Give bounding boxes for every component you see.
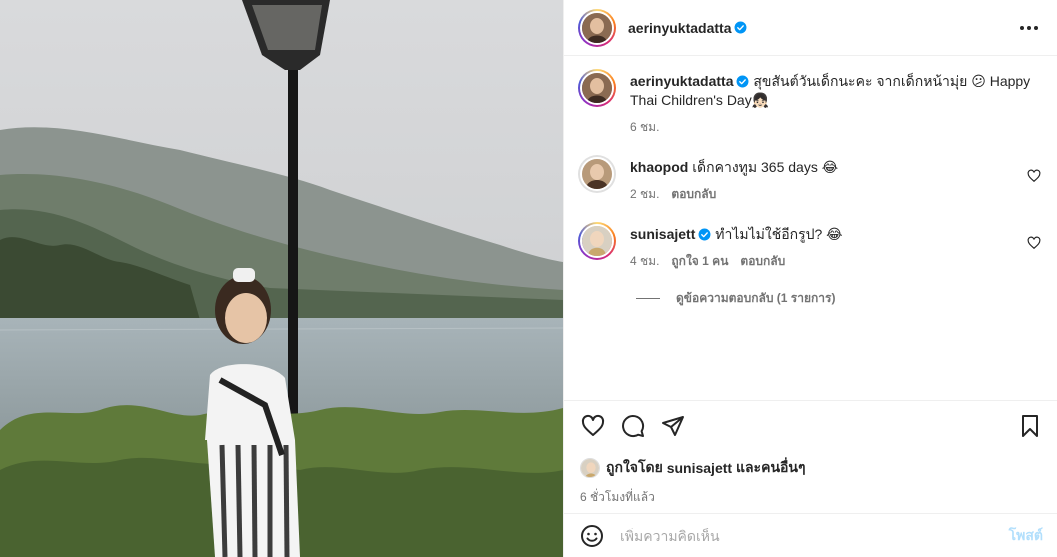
- caption-text-line: aerinyuktadatta สุขสันต์วันเด็กนะคะ จากเ…: [630, 72, 1041, 110]
- avatar-image: [582, 159, 612, 189]
- verified-badge-icon: [737, 75, 749, 88]
- comment-username[interactable]: khaopod: [630, 159, 688, 175]
- comment-meta: 4 ชม. ถูกใจ 1 คน ตอบกลับ: [630, 252, 1041, 271]
- comments-list: aerinyuktadatta สุขสันต์วันเด็กนะคะ จากเ…: [564, 57, 1057, 400]
- comment-row: sunisajett ทำไมไม่ใช้อีกรูป? 😂 4 ชม. ถูก…: [578, 222, 1041, 271]
- like-button[interactable]: [580, 413, 606, 439]
- avatar-image: [581, 459, 599, 477]
- avatar-image: [582, 226, 612, 256]
- smiley-icon: [581, 524, 603, 547]
- add-comment-bar: โพสต์: [564, 513, 1057, 557]
- post-actions: ถูกใจโดย sunisajett และคนอื่นๆ 6 ชั่วโมง…: [564, 400, 1057, 510]
- comment-body: khaopod เด็กคางทูม 365 days 😂 2 ชม. ตอบก…: [630, 155, 1041, 204]
- comment-text: เด็กคางทูม 365 days 😂: [692, 159, 839, 175]
- liked-by: ถูกใจโดย sunisajett และคนอื่นๆ: [580, 457, 1043, 479]
- liked-by-avatar[interactable]: [580, 458, 600, 478]
- comment-button[interactable]: [620, 413, 646, 439]
- view-replies-label: ดูข้อความตอบกลับ (1 รายการ): [676, 291, 836, 305]
- liked-by-user[interactable]: sunisajett: [667, 460, 732, 476]
- photo-image: [0, 0, 563, 557]
- post-time[interactable]: 6 ชั่วโมงที่แล้ว: [580, 488, 1043, 507]
- liked-by-suffix[interactable]: และคนอื่นๆ: [736, 457, 806, 479]
- caption-avatar[interactable]: [578, 69, 616, 107]
- caption-meta: 6 ชม.: [630, 118, 1041, 137]
- post-photo[interactable]: [0, 0, 563, 557]
- comment-avatar[interactable]: [578, 155, 616, 193]
- caption-body: aerinyuktadatta สุขสันต์วันเด็กนะคะ จากเ…: [630, 69, 1041, 137]
- author-avatar[interactable]: [578, 8, 616, 47]
- save-button[interactable]: [1017, 413, 1043, 439]
- comment-likes-count[interactable]: ถูกใจ 1 คน: [671, 252, 728, 271]
- comment-body: sunisajett ทำไมไม่ใช้อีกรูป? 😂 4 ชม. ถูก…: [630, 222, 1041, 271]
- bookmark-icon: [1022, 415, 1038, 437]
- replies-divider-line: [636, 298, 660, 299]
- comment-time: 4 ชม.: [630, 254, 660, 268]
- comment-like-heart-icon[interactable]: [1027, 236, 1041, 250]
- author-username[interactable]: aerinyuktadatta: [628, 20, 731, 36]
- emoji-button[interactable]: [580, 524, 604, 548]
- comment-input[interactable]: [620, 527, 1009, 544]
- more-horizontal-icon: [1020, 25, 1038, 30]
- post-modal: aerinyuktadatta aerinyuktadatta สุขสันต์…: [0, 0, 1057, 557]
- caption-username[interactable]: aerinyuktadatta: [630, 73, 733, 89]
- post-header: aerinyuktadatta: [564, 0, 1057, 56]
- comment-like-heart-icon[interactable]: [1027, 169, 1041, 183]
- liked-by-prefix: ถูกใจโดย: [606, 459, 663, 475]
- post-comment-button[interactable]: โพสต์: [1009, 525, 1043, 547]
- comment-time: 2 ชม.: [630, 187, 660, 201]
- view-replies-button[interactable]: ดูข้อความตอบกลับ (1 รายการ): [636, 289, 1041, 308]
- reply-button[interactable]: ตอบกลับ: [740, 252, 785, 271]
- reply-button[interactable]: ตอบกลับ: [671, 185, 716, 204]
- action-icons-row: [580, 413, 1043, 439]
- verified-badge-icon: [698, 228, 711, 241]
- caption-row: aerinyuktadatta สุขสันต์วันเด็กนะคะ จากเ…: [578, 69, 1041, 137]
- comment-meta: 2 ชม. ตอบกลับ: [630, 185, 1041, 204]
- send-icon: [662, 416, 684, 436]
- more-options-button[interactable]: [1017, 16, 1041, 40]
- avatar-image: [582, 73, 612, 103]
- share-button[interactable]: [660, 413, 686, 439]
- comment-text-line: sunisajett ทำไมไม่ใช้อีกรูป? 😂: [630, 225, 1041, 244]
- comment-text-line: khaopod เด็กคางทูม 365 days 😂: [630, 158, 1041, 177]
- post-side-panel: aerinyuktadatta aerinyuktadatta สุขสันต์…: [563, 0, 1057, 557]
- verified-badge-icon: [735, 21, 747, 34]
- comment-row: khaopod เด็กคางทูม 365 days 😂 2 ชม. ตอบก…: [578, 155, 1041, 204]
- caption-time: 6 ชม.: [630, 120, 660, 134]
- comment-avatar[interactable]: [578, 222, 616, 260]
- comment-username[interactable]: sunisajett: [630, 226, 695, 242]
- comment-text: ทำไมไม่ใช้อีกรูป? 😂: [715, 226, 843, 242]
- avatar-image: [582, 12, 612, 43]
- heart-icon: [581, 414, 605, 436]
- comment-icon: [622, 415, 645, 438]
